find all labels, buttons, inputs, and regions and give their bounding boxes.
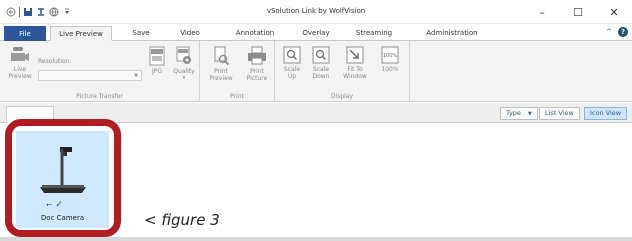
ribbon-panel: Live Preview Resolution: ▼ JPG Quality ▾… — [0, 41, 632, 102]
zoom-out-icon — [312, 46, 330, 64]
ribbon-help-area: ^ ? — [606, 27, 628, 37]
scale-up-button[interactable]: Scale Up — [280, 46, 304, 80]
group-label-picture-transfer: Picture Transfer — [76, 93, 123, 100]
group-picture-transfer: Live Preview Resolution: ▼ JPG Quality ▾… — [0, 41, 200, 102]
type-filter-dropdown[interactable]: Type ▼ — [500, 107, 538, 120]
app-window: vSolution Link by WolfVision – ☐ ✕ File … — [0, 0, 632, 241]
resolution-label: Resolution: — [38, 58, 72, 65]
tab-live-preview[interactable]: Live Preview — [50, 26, 112, 41]
print-picture-button[interactable]: Print Picture — [242, 46, 272, 82]
help-icon[interactable]: ? — [618, 27, 628, 37]
live-preview-label: Live Preview — [8, 66, 32, 80]
print-picture-label: Print Picture — [246, 68, 268, 82]
fit-to-window-icon — [346, 46, 364, 64]
quality-dropdown-icon: ▾ — [182, 75, 186, 81]
zoom-100-icon: 100% — [381, 46, 399, 64]
print-preview-label: Print Preview — [209, 68, 233, 82]
window-bottom-edge — [0, 237, 632, 241]
device-label-doc-camera: Doc Camera — [40, 214, 85, 222]
live-preview-button[interactable]: Live Preview — [6, 46, 34, 80]
group-label-display: Display — [330, 93, 354, 100]
tab-save[interactable]: Save — [124, 26, 158, 41]
quality-button[interactable]: Quality ▾ — [171, 46, 197, 82]
tab-file[interactable]: File — [4, 26, 46, 41]
figure-caption: < figure 3 — [144, 211, 220, 229]
fit-to-window-label: Fit To Window — [343, 66, 367, 80]
group-display: Scale Up Scale Down Fit To Window 100% 1… — [275, 41, 410, 102]
window-controls: – ☐ ✕ — [524, 0, 632, 24]
resolution-select[interactable]: ▼ — [38, 70, 142, 81]
maximize-button[interactable]: ☐ — [560, 0, 596, 24]
usb-icon: ⭠ — [46, 200, 53, 209]
type-filter-label: Type — [506, 109, 521, 117]
collapse-ribbon-icon[interactable]: ^ — [606, 28, 612, 36]
chevron-down-icon: ▼ — [134, 73, 138, 79]
printer-icon — [248, 46, 266, 65]
tab-annotation[interactable]: Annotation — [226, 26, 284, 41]
doc-camera-icon — [40, 147, 86, 193]
device-status: ⭠ ✓ — [46, 200, 63, 210]
chevron-down-icon: ▼ — [528, 111, 532, 117]
jpg-button[interactable]: JPG — [146, 46, 168, 75]
live-preview-icon — [11, 47, 29, 61]
tab-overlay[interactable]: Overlay — [296, 26, 336, 41]
zoom-in-icon — [283, 46, 301, 64]
tab-video[interactable]: Video — [170, 26, 210, 41]
svg-text:100%: 100% — [383, 53, 398, 59]
quality-settings-icon — [176, 46, 191, 64]
connected-check-icon: ✓ — [55, 200, 63, 210]
group-print: Print Preview Print Picture Print — [200, 41, 275, 102]
print-preview-icon — [214, 46, 230, 66]
title-bar: vSolution Link by WolfVision – ☐ ✕ — [0, 0, 632, 24]
scale-up-label: Scale Up — [283, 66, 301, 80]
zoom-100-label: 100% — [381, 66, 399, 73]
tab-streaming[interactable]: Streaming — [346, 26, 402, 41]
ribbon-tabs: File Live Preview Save Video Annotation … — [0, 24, 632, 41]
quality-label: Quality — [173, 68, 195, 75]
scale-down-label: Scale Down — [312, 66, 330, 80]
scale-down-button[interactable]: Scale Down — [308, 46, 334, 80]
jpg-label: JPG — [151, 68, 163, 75]
group-label-print: Print — [230, 93, 244, 100]
close-button[interactable]: ✕ — [596, 0, 632, 24]
print-preview-button[interactable]: Print Preview — [206, 46, 236, 82]
fit-to-window-button[interactable]: Fit To Window — [338, 46, 372, 80]
minimize-button[interactable]: – — [524, 0, 560, 24]
tab-administration[interactable]: Administration — [414, 26, 490, 41]
zoom-100-button[interactable]: 100% 100% — [375, 46, 405, 73]
list-view-button[interactable]: List View — [539, 107, 580, 120]
jpg-file-icon — [149, 46, 165, 66]
icon-view-button[interactable]: Icon View — [584, 107, 628, 120]
